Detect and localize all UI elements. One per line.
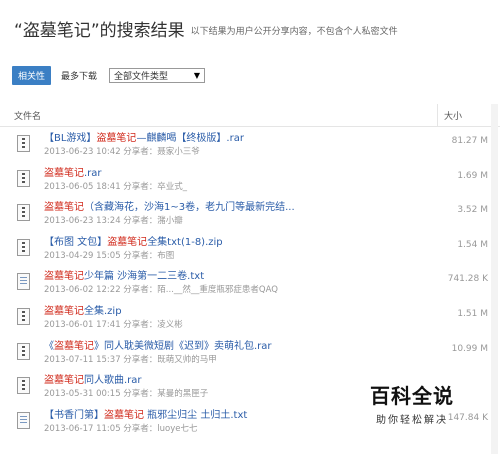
table-header: 文件名 大小 <box>0 104 500 127</box>
file-meta: 2013-05-31 00:15 分享者：某曼的黑匣子 <box>44 389 209 400</box>
sort-toolbar: 相关性 最多下载 全部文件类型 ▼ <box>12 65 206 85</box>
archive-file-icon <box>17 307 30 325</box>
archive-file-icon <box>17 135 30 152</box>
title-prefix: “ <box>14 21 23 41</box>
title-keyword: 盗墓笔记 <box>22 21 91 41</box>
file-size: 1.69 M <box>457 170 488 181</box>
file-row[interactable]: 【布图 文包】盗墓笔记全集txt(1-8).zip 2013-04-29 15:… <box>0 232 500 267</box>
file-size: 10.99 M <box>451 343 488 354</box>
sort-relevance-button[interactable]: 相关性 <box>12 65 52 85</box>
page-title: “盗墓笔记”的搜索结果 <box>14 16 185 41</box>
file-meta: 2013-07-11 15:37 分享者：既萌又帅的马甲 <box>44 354 217 365</box>
column-header-filename[interactable]: 文件名 <box>14 109 41 122</box>
file-name-link[interactable]: 盗墓笔记全集.zip <box>44 302 122 317</box>
column-header-size[interactable]: 大小 <box>444 109 462 122</box>
file-name-link[interactable]: 盗墓笔记（含藏海花，沙海1~3卷，老九门等最新完结... <box>44 198 295 213</box>
file-size: 1.51 M <box>457 308 488 319</box>
file-meta: 2013-06-01 17:41 分享者：凌义彬 <box>44 319 183 330</box>
file-size: 741.28 K <box>447 274 488 285</box>
file-row[interactable]: 盗墓笔记（含藏海花，沙海1~3卷，老九门等最新完结... 2013-06-23 … <box>0 197 500 232</box>
file-name-link[interactable]: 盗墓笔记少年篇 沙海第一二三卷.txt <box>44 267 204 282</box>
file-name-link[interactable]: 盗墓笔记.rar <box>44 164 102 179</box>
file-name-link[interactable]: 【书香门第】盗墓笔记 瓶邪尘归尘 土归土.txt <box>44 406 247 421</box>
file-row[interactable]: 盗墓笔记.rar 2013-06-05 18:41 分享者：卒业式_ 1.69 … <box>0 163 500 198</box>
archive-file-icon <box>17 169 30 187</box>
file-type-select-value: 全部文件类型 <box>114 71 169 82</box>
file-row[interactable]: 【BL游戏】盗墓笔记—麒麟喝【终极版】.rar 2013-06-23 10:42… <box>0 128 500 163</box>
file-meta: 2013-06-05 18:41 分享者：卒业式_ <box>44 181 188 192</box>
file-type-select[interactable]: 全部文件类型 ▼ <box>109 67 206 83</box>
chevron-down-icon: ▼ <box>193 70 201 80</box>
archive-file-icon <box>17 204 30 222</box>
file-meta: 2013-06-23 13:24 分享者：潴小瓣 <box>44 216 183 227</box>
file-meta: 2013-06-02 12:22 分享者：陌...__然__重度瓶邪症患者QAQ <box>44 285 278 296</box>
watermark-title: 百科全说 <box>370 384 454 408</box>
file-size: 1.54 M <box>457 239 488 250</box>
file-size: 3.52 M <box>457 205 488 216</box>
archive-file-icon <box>17 342 30 360</box>
file-name-link[interactable]: 盗墓笔记同人歌曲.rar <box>44 371 142 386</box>
file-name-link[interactable]: 《盗墓笔记》同人耽美微短剧《迟到》卖萌礼包.rar <box>44 337 272 352</box>
file-size: 81.27 M <box>451 136 488 146</box>
archive-file-icon <box>17 377 30 395</box>
file-name-link[interactable]: 【BL游戏】盗墓笔记—麒麟喝【终极版】.rar <box>44 129 244 144</box>
file-row[interactable]: 《盗墓笔记》同人耽美微短剧《迟到》卖萌礼包.rar 2013-07-11 15:… <box>0 336 500 371</box>
title-suffix: ”的搜索结果 <box>90 21 185 41</box>
file-row[interactable]: 盗墓笔记少年篇 沙海第一二三卷.txt 2013-06-02 12:22 分享者… <box>0 266 500 301</box>
watermark-slogan: 助你轻松解决 <box>376 415 448 426</box>
text-file-icon <box>17 411 30 429</box>
watermark-logo: 百科全说 助你轻松解决 <box>364 380 460 426</box>
file-row[interactable]: 盗墓笔记全集.zip 2013-06-01 17:41 分享者：凌义彬 1.51… <box>0 301 500 336</box>
file-meta: 2013-06-17 11:05 分享者：luoye七七 <box>44 423 198 434</box>
file-meta: 2013-06-23 10:42 分享者：聂家小三爷 <box>44 147 200 157</box>
file-name-link[interactable]: 【布图 文包】盗墓笔记全集txt(1-8).zip <box>44 233 223 248</box>
archive-file-icon <box>17 238 30 256</box>
text-file-icon <box>17 273 30 291</box>
results-header: “盗墓笔记”的搜索结果 以下结果为用户公开分享内容，不包含个人私密文件 <box>14 16 490 41</box>
results-note: 以下结果为用户公开分享内容，不包含个人私密文件 <box>190 27 398 37</box>
sort-downloads-button[interactable]: 最多下载 <box>61 69 97 82</box>
column-divider <box>437 104 438 126</box>
file-meta: 2013-04-29 15:05 分享者：布图 <box>44 250 175 261</box>
